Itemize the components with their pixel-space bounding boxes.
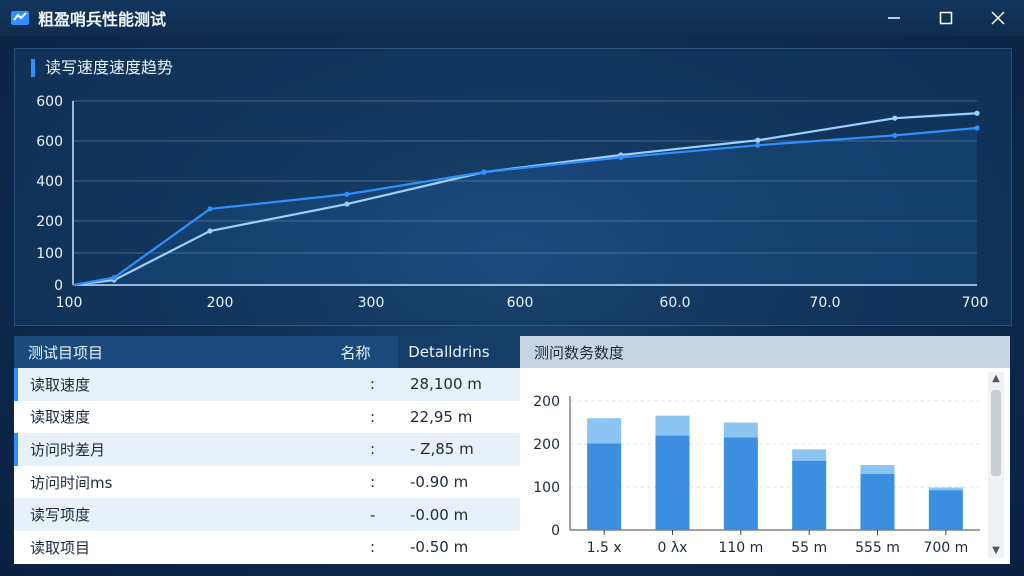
- y-tick-label: 0: [551, 523, 560, 539]
- bar-chart-title: 测问数务数度: [520, 336, 1010, 368]
- table-row[interactable]: 读取速度 : 28,100 m: [14, 368, 520, 401]
- minimize-button[interactable]: [868, 0, 920, 36]
- bar-chart-panel: 测问数务数度 0 100 200 200 1.5 x 0 λx 110 m 55 m 555 m…: [520, 336, 1010, 564]
- row-sep: :: [370, 538, 376, 557]
- y-tick-label: 100: [533, 480, 560, 496]
- bar-top: [792, 449, 827, 461]
- y-tick-label: 400: [36, 174, 63, 190]
- x-tick-label: 0 λx: [658, 540, 688, 556]
- data-point: [974, 110, 980, 116]
- scroll-up-icon[interactable]: ▲: [991, 374, 1001, 384]
- table-row[interactable]: 读取速度 : 22,95 m: [14, 401, 520, 434]
- y-tick-label: 100: [36, 246, 63, 262]
- data-point: [755, 142, 761, 148]
- data-point: [344, 191, 350, 197]
- close-icon: [991, 11, 1005, 25]
- data-point: [344, 201, 350, 207]
- scroll-thumb[interactable]: [991, 390, 1001, 476]
- bar-top: [587, 418, 622, 444]
- row-value: -0.00 m: [410, 505, 469, 524]
- header-item[interactable]: 测试目项目: [14, 342, 332, 363]
- table-row[interactable]: 访问时间ms : -0.90 m: [14, 466, 520, 499]
- bar-top: [928, 487, 963, 491]
- minimize-icon: [888, 17, 900, 19]
- x-tick-label: 70.0: [809, 295, 840, 311]
- row-name: 访问时差月: [30, 440, 106, 459]
- x-tick-label: 300: [358, 295, 385, 311]
- data-point: [974, 125, 980, 131]
- row-sep: -: [370, 505, 376, 524]
- vertical-scrollbar[interactable]: ▲ ▼: [988, 372, 1004, 558]
- row-value: -0.50 m: [410, 538, 469, 557]
- y-tick-label: 200: [533, 437, 560, 453]
- header-name[interactable]: 名称: [332, 342, 398, 363]
- bar-top: [860, 465, 895, 474]
- bar-chart: 0 100 200 200 1.5 x 0 λx 110 m 55 m 555 m 700 m: [533, 394, 980, 556]
- row-sep: :: [370, 473, 376, 492]
- x-tick-label: 55 m: [791, 540, 827, 556]
- row-name: 读取速度: [30, 375, 91, 394]
- bar-top: [723, 422, 758, 438]
- x-tick-label: 555 m: [855, 540, 900, 556]
- row-value: - Z,85 m: [410, 440, 474, 459]
- data-point: [111, 275, 117, 281]
- row-sep: :: [370, 407, 376, 426]
- window-title: 粗盈哨兵性能测试: [38, 10, 167, 29]
- bar-base: [792, 460, 827, 530]
- trend-line-chart: 0100200400600600100 200 300 600 60.0 70.0 700: [36, 94, 989, 311]
- title-bar: 粗盈哨兵性能测试: [0, 0, 1024, 36]
- row-value: 22,95 m: [410, 407, 473, 426]
- maximize-icon: [939, 11, 953, 25]
- header-details[interactable]: Detalldrins: [398, 336, 520, 368]
- bar-base: [723, 437, 758, 530]
- bar-base: [928, 490, 963, 530]
- x-tick-label: 700: [962, 295, 989, 311]
- bar-base: [587, 443, 622, 530]
- x-tick-label: 100: [56, 295, 83, 311]
- x-tick-label: 60.0: [659, 295, 690, 311]
- table-row[interactable]: 访问时差月 : - Z,85 m: [14, 433, 520, 466]
- y-tick-label: 600: [36, 94, 63, 110]
- close-button[interactable]: [972, 0, 1024, 36]
- data-point: [892, 132, 898, 138]
- row-name: 读取项目: [30, 538, 91, 557]
- y-tick-label: 200: [533, 394, 560, 410]
- y-tick-label: 200: [36, 214, 63, 230]
- data-point: [618, 154, 624, 161]
- row-name: 访问时间ms: [30, 473, 113, 492]
- x-tick-label: 110 m: [718, 540, 763, 556]
- table-header: 测试目项目 名称 Detalldrins: [14, 336, 520, 368]
- metrics-table: 测试目项目 名称 Detalldrins 读取速度 : 28,100 m 读取速…: [14, 336, 520, 564]
- y-tick-label: 600: [36, 134, 63, 150]
- table-row[interactable]: 读取项目 : -0.50 m: [14, 531, 520, 564]
- bar-top: [655, 415, 690, 436]
- x-tick-label: 600: [507, 295, 534, 311]
- scroll-down-icon[interactable]: ▼: [991, 546, 1001, 556]
- bar-base: [860, 473, 895, 530]
- x-tick-label: 200: [207, 295, 234, 311]
- data-point: [755, 137, 761, 143]
- data-point: [207, 206, 213, 212]
- data-point: [892, 115, 898, 121]
- x-tick-label: 700 m: [923, 540, 968, 556]
- table-row[interactable]: 读写项度 - -0.00 m: [14, 498, 520, 531]
- data-point: [207, 228, 213, 234]
- row-value: -0.90 m: [410, 473, 469, 492]
- x-tick-label: 1.5 x: [587, 540, 622, 556]
- trend-chart-panel: 读写速度速度趋势 0 100 200 400 600 600 100 200 300 600 60.…: [14, 48, 1012, 326]
- row-name: 读写项度: [30, 506, 91, 525]
- y-tick-label: 0: [54, 278, 63, 294]
- row-name: 读取速度: [30, 408, 91, 427]
- row-value: 28,100 m: [410, 375, 482, 394]
- series-area: [73, 127, 977, 285]
- row-sep: :: [370, 375, 376, 394]
- data-point: [481, 169, 487, 175]
- app-logo-icon: [11, 11, 29, 25]
- row-sep: :: [370, 440, 376, 459]
- bar-base: [655, 435, 690, 530]
- maximize-button[interactable]: [920, 0, 972, 36]
